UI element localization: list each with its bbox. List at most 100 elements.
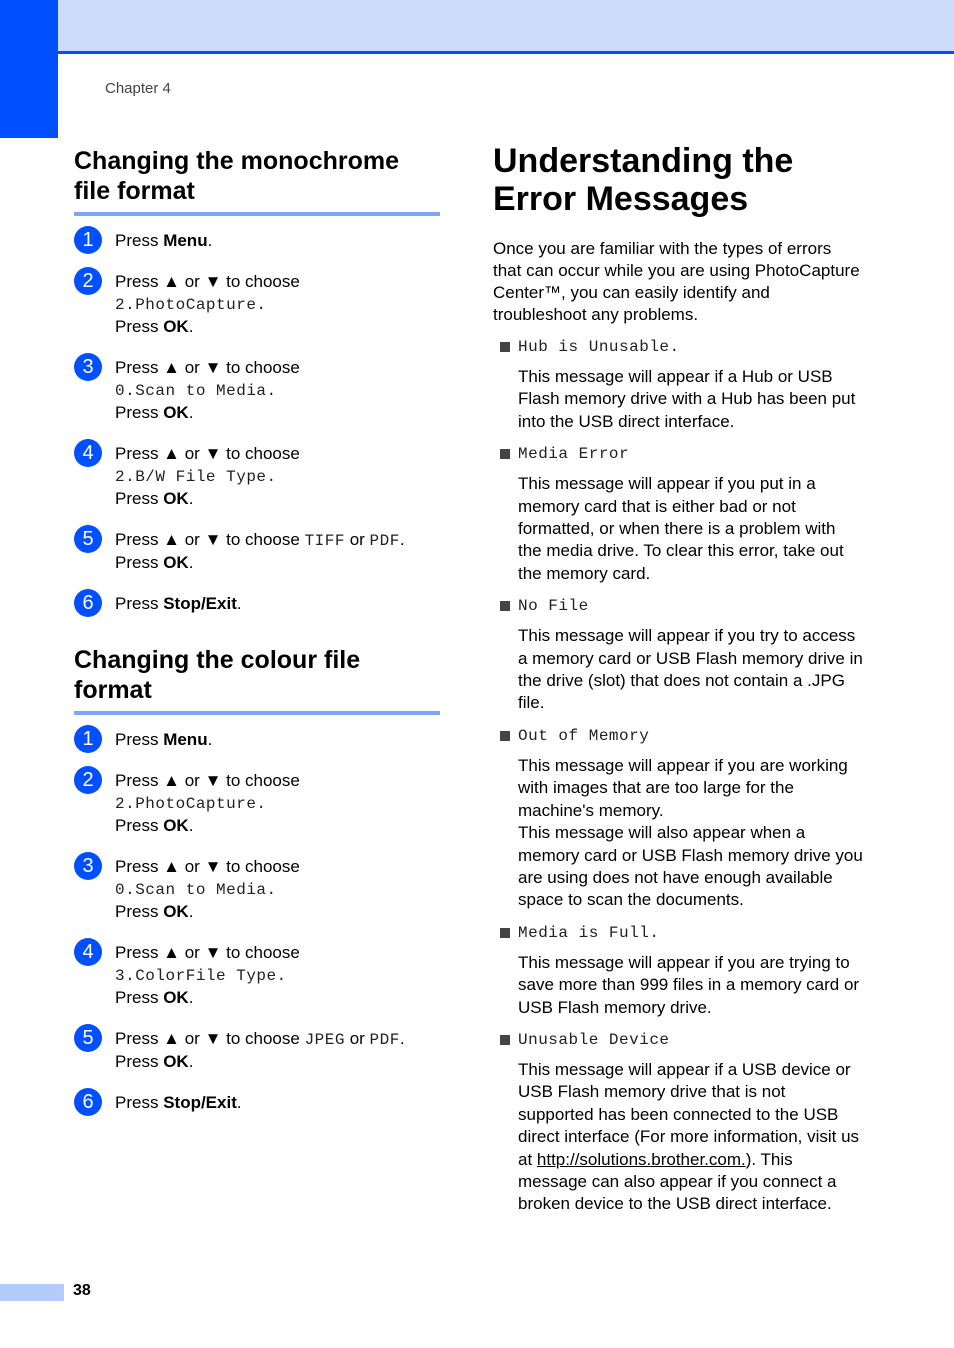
desc-text: This message will appear if you are work… [518,755,848,820]
step-item: 5 Press ▲ or ▼ to choose TIFF or PDF. Pres… [74,525,440,574]
step-item: 6 Press Stop/Exit. [74,589,440,617]
error-code: Unusable Device [518,1030,670,1049]
page-number: 38 [73,1282,91,1299]
step-number-badge: 6 [74,1088,102,1116]
intro-paragraph: Once you are familiar with the types of … [493,239,860,324]
step-text: Press ▲ or ▼ to choose [115,272,300,291]
ok-button-name: OK [163,489,189,508]
error-item: No File This message will appear if you t… [493,595,863,715]
step-punct: . [236,1093,242,1112]
step-number-badge: 2 [74,766,102,794]
desc-text: This message will appear if you try to a… [518,626,863,713]
step-item: 6 Press Stop/Exit. [74,1088,440,1116]
step-punct: . [236,594,242,613]
ok-button-name: OK [163,553,189,572]
step-number-badge: 3 [74,852,102,880]
menu-option: 2.B/W File Type. [115,468,277,486]
error-code: Media is Full. [518,923,660,942]
title-line-2: Error Messages [493,180,749,218]
instruction-section: Changing the monochrome file format 1 Pres… [74,146,440,617]
step-item: 2 Press ▲ or ▼ to choose 2.PhotoCapture. Pr… [74,267,440,338]
step-item: 4 Press ▲ or ▼ to choose 2.B/W File Type. P… [74,439,440,510]
section-heading: Changing the monochrome file format [74,146,440,216]
step-text: Press [115,489,164,508]
section-heading: Changing the colour file format [74,645,440,715]
or-text: or [344,530,370,549]
step-number-badge: 6 [74,589,102,617]
chapter-side-tab [0,0,58,138]
step-item: 5 Press ▲ or ▼ to choose JPEG or PDF. Pres… [74,1024,440,1073]
footer-bar [0,1284,64,1301]
menu-option: 3.ColorFile Type. [115,967,287,985]
step-text: Press [115,403,164,422]
chapter-label: Chapter 4 [105,80,171,97]
step-text: Press ▲ or ▼ to choose [115,857,300,876]
step-number-badge: 4 [74,938,102,966]
error-list: Hub is Unusable. This message will appear… [493,336,863,1216]
error-description: This message will appear if a USB device… [493,1059,863,1216]
ok-button-name: OK [163,902,189,921]
step-punct: . [188,403,194,422]
step-number-badge: 3 [74,353,102,381]
header-band [58,0,954,54]
error-description: This message will appear if you try to a… [493,625,863,715]
button-name: Stop/Exit [163,594,237,613]
error-description: This message will appear if you are work… [493,755,863,912]
ok-button-name: OK [163,317,189,336]
step-punct: . [188,902,194,921]
step-text: Press [115,231,164,250]
button-name: Menu [163,730,208,749]
step-punct: . [188,988,194,1007]
error-message-title: Media Error [493,443,863,465]
ok-button-name: OK [163,403,189,422]
step-text: Press ▲ or ▼ to choose [115,444,300,463]
step-punct: . [188,553,194,572]
square-bullet-icon [500,449,510,460]
step-number-badge: 5 [74,1024,102,1052]
step-punct: . [188,816,194,835]
step-text: Press [115,730,164,749]
step-text: Press [115,1093,164,1112]
support-link[interactable]: http://solutions.brother.com. [537,1150,746,1169]
error-code: Out of Memory [518,726,650,745]
step-text: Press [115,988,164,1007]
option-2: PDF [369,532,400,550]
error-item: Hub is Unusable. This message will appear… [493,336,863,433]
step-text: Press ▲ or ▼ to choose [115,358,300,377]
step-text: Press [115,1052,164,1071]
instruction-section: Changing the colour file format 1 Press Me… [74,645,440,1116]
desc-text: This message will appear if you are tryi… [518,952,860,1017]
step-punct: . [207,730,213,749]
left-column: Changing the monochrome file format 1 Pres… [74,146,440,1133]
desc-text: This message will appear if you put in a… [518,474,844,583]
step-text: Press ▲ or ▼ to choose [115,530,305,549]
step-punct: . [399,1029,405,1048]
menu-option: 2.PhotoCapture. [115,795,267,813]
step-text: Press [115,553,164,572]
error-message-title: Out of Memory [493,725,863,747]
error-code: Hub is Unusable. [518,338,680,356]
error-code: Media Error [518,445,630,464]
error-message-title: No File [493,595,863,617]
button-name: Menu [163,231,208,250]
desc-text: This message will appear if a Hub or USB… [518,367,856,431]
step-text: Press [115,902,164,921]
square-bullet-icon [500,342,510,352]
menu-option: 0.Scan to Media. [115,382,277,400]
ok-button-name: OK [163,816,189,835]
step-text: Press [115,317,164,336]
step-item: 3 Press ▲ or ▼ to choose 0.Scan to Media. P… [74,852,440,923]
page-title: Understanding the Error Messages [493,142,863,218]
option-1: TIFF [304,532,345,550]
button-name: Stop/Exit [163,1093,237,1112]
step-item: 1 Press Menu. [74,725,440,753]
step-number-badge: 1 [74,725,102,753]
desc-text-2: This message will also appear when a mem… [518,823,863,910]
step-item: 1 Press Menu. [74,226,440,254]
step-punct: . [188,1052,194,1071]
square-bullet-icon [500,927,510,938]
step-list: 1 Press Menu. 2 Press ▲ or ▼ to choose 2.Pho… [74,226,440,617]
error-item: Media Error This message will appear if y… [493,443,863,585]
step-item: 2 Press ▲ or ▼ to choose 2.PhotoCapture. Pr… [74,766,440,837]
square-bullet-icon [500,1034,510,1045]
